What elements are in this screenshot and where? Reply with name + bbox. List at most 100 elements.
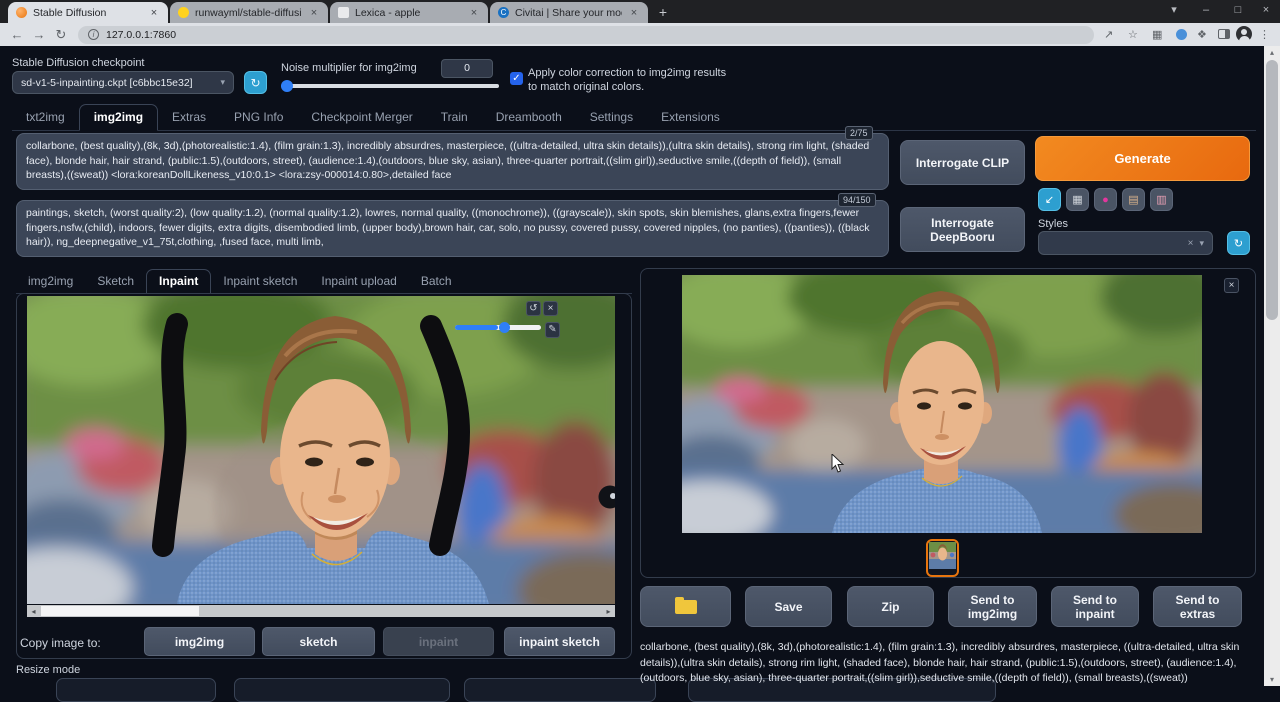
address-bar[interactable]: i 127.0.0.1:7860: [78, 26, 1094, 44]
subtab-inpaint-upload[interactable]: Inpaint upload: [309, 270, 408, 293]
resize-mode-option[interactable]: [56, 678, 216, 702]
extra-networks-icon[interactable]: ●: [1094, 188, 1117, 211]
undo-icon[interactable]: ↺: [526, 301, 541, 316]
bookmark-star-icon[interactable]: ☆: [1128, 28, 1138, 41]
new-tab-button[interactable]: +: [654, 4, 672, 22]
slider-knob[interactable]: [281, 80, 293, 92]
browser-tab-title: Lexica - apple: [355, 7, 462, 19]
window-close-button[interactable]: ×: [1252, 0, 1280, 22]
paste-params-button[interactable]: ↙: [1038, 188, 1061, 211]
maximize-button[interactable]: □: [1224, 0, 1252, 22]
tab-txt2img[interactable]: txt2img: [12, 105, 79, 130]
browser-tab-title: runwayml/stable-diffusion-inpai: [195, 7, 302, 19]
subtab-inpaint[interactable]: Inpaint: [146, 269, 211, 294]
tab-img2img[interactable]: img2img: [79, 104, 158, 131]
copy-to-sketch-button[interactable]: sketch: [262, 627, 375, 656]
browser-tab-stable-diffusion[interactable]: Stable Diffusion ×: [8, 2, 168, 23]
scrollbar-thumb[interactable]: [41, 606, 199, 616]
noise-multiplier-input[interactable]: 0: [441, 59, 493, 78]
copy-to-img2img-button[interactable]: img2img: [144, 627, 255, 656]
extensions-puzzle-icon[interactable]: ❖: [1197, 28, 1207, 41]
scroll-right-icon[interactable]: ▸: [602, 607, 615, 616]
page-scrollbar[interactable]: ▴ ▾: [1264, 46, 1280, 686]
subtab-img2img[interactable]: img2img: [16, 270, 85, 293]
tab-train[interactable]: Train: [427, 105, 482, 130]
canvas-horizontal-scrollbar[interactable]: ◂ ▸: [27, 605, 615, 617]
chevron-down-icon: ▾: [1199, 238, 1204, 249]
checkpoint-label: Stable Diffusion checkpoint: [12, 57, 145, 69]
browser-tab-civitai[interactable]: C Civitai | Share your models ×: [490, 2, 648, 23]
refresh-styles-button[interactable]: ↻: [1227, 231, 1250, 255]
generation-info-text: collarbone, (best quality),(8k, 3d),(pho…: [640, 640, 1254, 686]
brush-size-slider[interactable]: [455, 325, 541, 330]
tab-close-icon[interactable]: ×: [628, 7, 640, 19]
inpaint-canvas[interactable]: [27, 296, 615, 604]
browser-tab-lexica[interactable]: Lexica - apple ×: [330, 2, 488, 23]
copy-image-to-label: Copy image to:: [20, 636, 101, 650]
generate-button[interactable]: Generate: [1035, 136, 1250, 181]
styles-label: Styles: [1038, 218, 1068, 230]
gallery-thumbnail[interactable]: [926, 539, 959, 577]
tab-extras[interactable]: Extras: [158, 105, 220, 130]
tab-search-icon[interactable]: ▾: [1160, 0, 1188, 22]
subtab-batch[interactable]: Batch: [409, 270, 464, 293]
tab-close-icon[interactable]: ×: [148, 7, 160, 19]
interrogate-clip-button[interactable]: Interrogate CLIP: [900, 140, 1025, 185]
noise-multiplier-slider[interactable]: [281, 84, 499, 88]
reload-icon[interactable]: ↻: [50, 27, 72, 43]
color-correction-label: Apply color correction to img2img result…: [528, 67, 732, 94]
scroll-up-icon[interactable]: ▴: [1264, 48, 1280, 57]
copy-to-inpaint-sketch-button[interactable]: inpaint sketch: [504, 627, 615, 656]
send-to-img2img-button[interactable]: Send to img2img: [948, 586, 1037, 627]
tab-close-icon[interactable]: ×: [468, 7, 480, 19]
site-info-icon[interactable]: i: [88, 29, 99, 40]
negative-prompt-textarea[interactable]: paintings, sketch, (worst quality:2), (l…: [16, 200, 889, 257]
browser-menu-icon[interactable]: ⋮: [1259, 28, 1270, 41]
prompt-textarea[interactable]: collarbone, (best quality),(8k, 3d),(pho…: [16, 133, 889, 190]
scroll-left-icon[interactable]: ◂: [27, 607, 40, 616]
open-folder-button[interactable]: [640, 586, 731, 627]
checkpoint-select[interactable]: sd-v1-5-inpainting.ckpt [c6bbc15e32] ▾: [12, 71, 234, 94]
color-correction-checkbox[interactable]: ✓: [510, 72, 523, 85]
slider-knob[interactable]: [499, 322, 510, 333]
subtab-inpaint-sketch[interactable]: Inpaint sketch: [211, 270, 309, 293]
generated-image[interactable]: [682, 275, 1202, 533]
chevron-down-icon: ▾: [220, 77, 225, 88]
interrogate-deepbooru-button[interactable]: Interrogate DeepBooru: [900, 207, 1025, 252]
subtab-sketch[interactable]: Sketch: [85, 270, 146, 293]
tab-dreambooth[interactable]: Dreambooth: [482, 105, 576, 130]
extension-blue-icon[interactable]: [1176, 29, 1187, 40]
tab-settings[interactable]: Settings: [576, 105, 647, 130]
clear-prompt-trash-icon[interactable]: ▦: [1066, 188, 1089, 211]
tab-close-icon[interactable]: ×: [308, 7, 320, 19]
scroll-down-icon[interactable]: ▾: [1264, 675, 1280, 684]
back-icon[interactable]: ←: [6, 27, 28, 42]
forward-icon[interactable]: →: [28, 27, 50, 42]
send-to-extras-button[interactable]: Send to extras: [1153, 586, 1242, 627]
browser-tab-huggingface[interactable]: runwayml/stable-diffusion-inpai ×: [170, 2, 328, 23]
send-to-inpaint-button[interactable]: Send to inpaint: [1051, 586, 1139, 627]
save-style-icon[interactable]: ▤: [1122, 188, 1145, 211]
profile-avatar[interactable]: [1236, 26, 1252, 42]
side-panel-icon[interactable]: [1218, 29, 1230, 39]
zip-button[interactable]: Zip: [847, 586, 934, 627]
clear-image-icon[interactable]: ×: [543, 301, 558, 316]
resize-mode-option[interactable]: [234, 678, 450, 702]
apply-style-icon[interactable]: ▥: [1150, 188, 1173, 211]
clear-styles-icon[interactable]: ×: [1188, 238, 1194, 249]
styles-select[interactable]: × ▾: [1038, 231, 1213, 255]
close-gallery-icon[interactable]: ×: [1224, 278, 1239, 293]
resize-mode-option[interactable]: [464, 678, 656, 702]
source-image-with-mask: [27, 296, 615, 604]
minimize-button[interactable]: –: [1192, 0, 1220, 22]
scrollbar-thumb[interactable]: [1266, 60, 1278, 320]
refresh-checkpoint-button[interactable]: ↻: [244, 71, 267, 94]
save-button[interactable]: Save: [745, 586, 832, 627]
brush-icon[interactable]: ✎: [545, 322, 560, 338]
tab-checkpoint-merger[interactable]: Checkpoint Merger: [297, 105, 426, 130]
tab-png-info[interactable]: PNG Info: [220, 105, 297, 130]
tab-extensions[interactable]: Extensions: [647, 105, 734, 130]
share-icon[interactable]: ↗: [1104, 28, 1113, 41]
extension-grid-icon[interactable]: ▦: [1152, 28, 1162, 41]
main-tabs: txt2img img2img Extras PNG Info Checkpoi…: [12, 105, 1256, 131]
